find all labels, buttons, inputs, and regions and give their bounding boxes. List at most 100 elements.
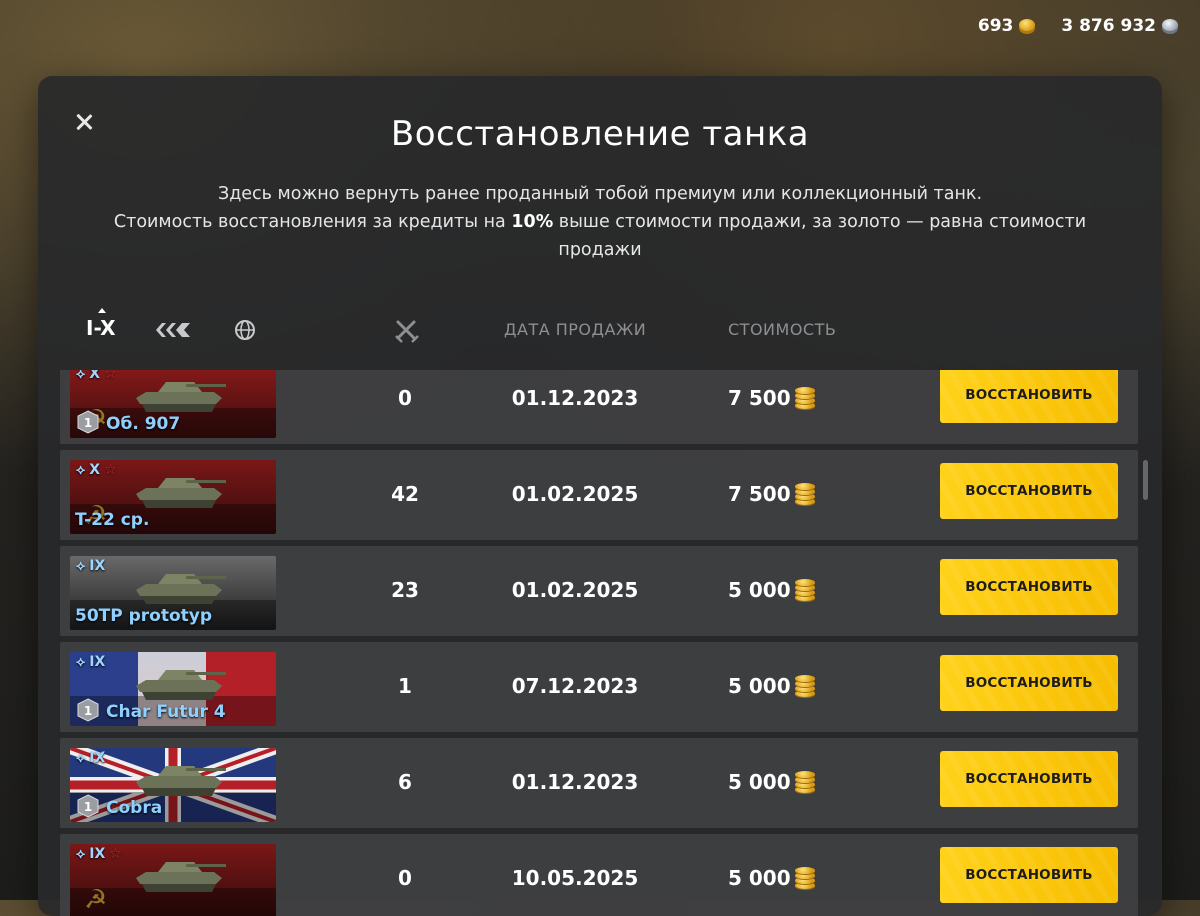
- svg-text:1: 1: [84, 704, 92, 718]
- gold-coins-icon: [794, 867, 815, 889]
- restore-button[interactable]: ВОССТАНОВИТЬ: [940, 847, 1118, 903]
- tank-image-icon: [136, 382, 226, 412]
- restore-button[interactable]: ВОССТАНОВИТЬ: [940, 655, 1118, 711]
- dialog-title: Восстановление танка: [390, 114, 810, 154]
- table-row[interactable]: ☭ ⟡ IX ☆ 0 10.05.2025 5 000 ВОССТАНОВИТЬ: [60, 834, 1138, 916]
- premium-tier-icon: ⟡: [76, 654, 86, 670]
- description-text: выше стоимости продажи, за золото — равн…: [553, 212, 1087, 260]
- restore-cost: 7 500: [728, 482, 848, 506]
- restore-button[interactable]: ВОССТАНОВИТЬ: [940, 559, 1118, 615]
- gold-coins-icon: [794, 579, 815, 601]
- tank-name: Char Futur 4: [106, 702, 226, 722]
- svg-text:1: 1: [84, 416, 92, 430]
- tank-image-icon: [136, 670, 226, 700]
- table-row[interactable]: ☭ ⟡ X ☆ T-22 ср. 42 01.02.2025 7 500 ВОС…: [60, 450, 1138, 540]
- gold-balance[interactable]: 693: [978, 16, 1036, 36]
- table-header: I-X ДАТА ПРОДАЖИ СТОИМОСТЬ: [38, 308, 1162, 352]
- tank-thumbnail: ☭ ⟡ IX ☆: [70, 844, 276, 916]
- tank-tier: ⟡ X ☆: [76, 370, 117, 382]
- tank-thumbnail: ☭ ⟡ X ☆ 1 Об. 907: [70, 370, 276, 438]
- credits-amount: 3 876 932: [1061, 16, 1156, 36]
- tier-value: IX: [89, 846, 106, 862]
- table-row[interactable]: ⟡ IX 1 Char Futur 4 1 07.12.2023 5 000 В…: [60, 642, 1138, 732]
- premium-tier-icon: ⟡: [76, 370, 86, 382]
- gold-coins-icon: [794, 387, 815, 409]
- description-text: Стоимость восстановления за кредиты на: [113, 212, 512, 232]
- restore-cost: 7 500: [728, 386, 848, 410]
- tank-tier: ⟡ X ☆: [76, 462, 117, 478]
- column-sale-date[interactable]: ДАТА ПРОДАЖИ: [504, 320, 646, 339]
- svg-text:1: 1: [84, 800, 92, 814]
- description-line-2: Стоимость восстановления за кредиты на 1…: [98, 208, 1102, 264]
- credits-coin-icon: [1162, 19, 1178, 31]
- sale-date: 01.12.2023: [511, 770, 639, 794]
- tank-name: Об. 907: [106, 414, 181, 434]
- tank-tier: ⟡ IX: [76, 654, 105, 670]
- cost-value: 5 000: [728, 674, 791, 698]
- scrollbar-thumb[interactable]: [1143, 460, 1148, 500]
- tank-tier: ⟡ IX ☆: [76, 846, 122, 862]
- tank-list[interactable]: ☭ ⟡ X ☆ 1 Об. 907 0 01.12.2023 7 500 ВОС…: [60, 370, 1139, 916]
- description-line-1: Здесь можно вернуть ранее проданный тобо…: [217, 184, 983, 204]
- gold-coins-icon: [794, 675, 815, 697]
- premium-tier-icon: ⟡: [76, 750, 86, 766]
- premium-tier-icon: ⟡: [76, 462, 86, 478]
- restore-button[interactable]: ВОССТАНОВИТЬ: [940, 751, 1118, 807]
- tank-thumbnail: ⟡ IX 1 Char Futur 4: [70, 652, 276, 726]
- battles-count: 1: [398, 674, 412, 698]
- credits-balance[interactable]: 3 876 932: [1061, 16, 1178, 36]
- gold-coins-icon: [794, 483, 815, 505]
- gold-amount: 693: [977, 16, 1014, 36]
- tank-image-icon: [136, 478, 226, 508]
- mastery-badge-icon: 1: [77, 410, 99, 434]
- tank-image-icon: [136, 862, 226, 892]
- table-row[interactable]: ⟡ IX 1 Cobra 6 01.12.2023 5 000 ВОССТАНО…: [60, 738, 1138, 828]
- table-row[interactable]: ⟡ IX 50TP prototyp 23 01.02.2025 5 000 В…: [60, 546, 1138, 636]
- vehicle-type-filter-icon[interactable]: [154, 320, 192, 340]
- column-cost[interactable]: СТОИМОСТЬ: [728, 320, 836, 339]
- tank-thumbnail: ⟡ IX 1 Cobra: [70, 748, 276, 822]
- tank-image-icon: [136, 574, 226, 604]
- battles-count: 42: [391, 482, 419, 506]
- restore-tank-dialog: Восстановление танка Здесь можно вернуть…: [38, 76, 1162, 916]
- soviet-star-icon: ☆: [109, 846, 122, 862]
- battles-count: 6: [398, 770, 412, 794]
- tier-value: IX: [89, 750, 106, 766]
- restore-cost: 5 000: [728, 578, 848, 602]
- sale-date: 01.02.2025: [511, 578, 639, 602]
- tank-thumbnail: ☭ ⟡ X ☆ T-22 ср.: [70, 460, 276, 534]
- nation-filter-globe-icon[interactable]: [234, 319, 256, 341]
- restore-cost: 5 000: [728, 866, 848, 890]
- restore-cost: 5 000: [728, 674, 848, 698]
- battles-column-crossed-swords-icon: [395, 320, 419, 343]
- description-percent: 10%: [511, 212, 554, 232]
- gold-coin-icon: [1019, 19, 1036, 31]
- restore-cost: 5 000: [728, 770, 848, 794]
- cost-value: 7 500: [728, 482, 791, 506]
- soviet-star-icon: ☆: [104, 370, 117, 382]
- mastery-badge-icon: 1: [77, 698, 99, 722]
- tank-tier: ⟡ IX: [76, 558, 105, 574]
- tank-image-icon: [136, 766, 226, 796]
- restore-button[interactable]: ВОССТАНОВИТЬ: [940, 370, 1118, 423]
- sale-date: 07.12.2023: [511, 674, 639, 698]
- table-row[interactable]: ☭ ⟡ X ☆ 1 Об. 907 0 01.12.2023 7 500 ВОС…: [60, 370, 1138, 444]
- cost-value: 5 000: [728, 866, 791, 890]
- cost-value: 7 500: [728, 386, 791, 410]
- sale-date: 10.05.2025: [511, 866, 639, 890]
- currency-bar: 693 3 876 932: [978, 16, 1178, 36]
- tier-value: IX: [89, 654, 106, 670]
- battles-count: 0: [398, 386, 412, 410]
- tank-name: T-22 ср.: [75, 510, 150, 530]
- cost-value: 5 000: [728, 578, 791, 602]
- mastery-badge-icon: 1: [77, 794, 99, 818]
- tier-value: X: [89, 370, 101, 382]
- dialog-description: Здесь можно вернуть ранее проданный тобо…: [98, 180, 1102, 264]
- tank-name: Cobra: [106, 798, 163, 818]
- premium-tier-icon: ⟡: [76, 558, 86, 574]
- tier-value: X: [89, 462, 101, 478]
- tier-filter[interactable]: I-X: [86, 308, 116, 340]
- battles-count: 0: [398, 866, 412, 890]
- restore-button[interactable]: ВОССТАНОВИТЬ: [940, 463, 1118, 519]
- tank-tier: ⟡ IX: [76, 750, 105, 766]
